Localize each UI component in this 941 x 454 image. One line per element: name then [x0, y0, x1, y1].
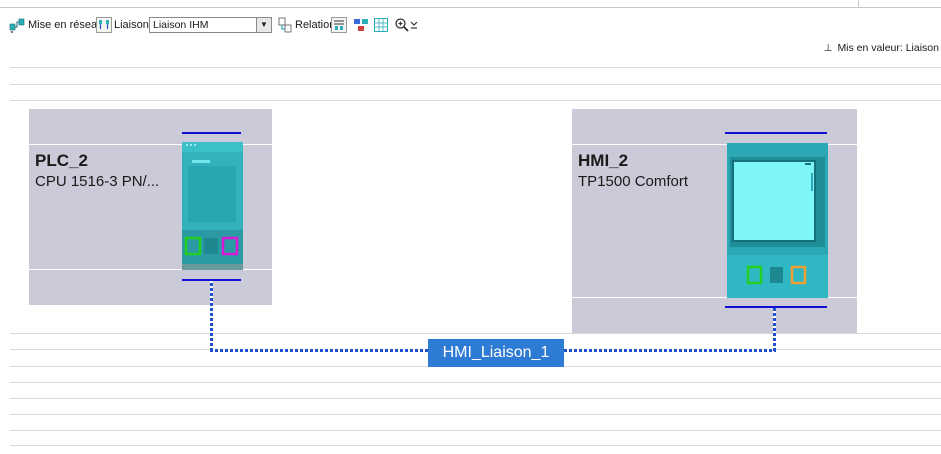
connection-line-left[interactable]: [210, 349, 428, 352]
zoom-in-icon[interactable]: [394, 17, 410, 33]
hmi-top-rail: [725, 132, 827, 134]
pin-icon: ⊥: [823, 43, 833, 54]
network-toolbar: Mise en réseau Liaisons Liaison IHM ▼ Re…: [0, 0, 941, 38]
grid-line: [10, 333, 941, 334]
hmi-connection-label[interactable]: HMI_Liaison_1: [428, 339, 564, 367]
highlight-label: Mis en valeur: Liaison: [837, 42, 939, 54]
grid-line: [10, 398, 941, 399]
toolbar-separator: [858, 0, 859, 8]
grid-table-icon[interactable]: [373, 17, 389, 33]
plc-device-name: PLC_2: [35, 151, 88, 170]
zoom-dropdown-icon[interactable]: [410, 20, 418, 30]
hmi-device-type: TP1500 Comfort: [578, 173, 689, 190]
plc-top-rail: [182, 132, 241, 134]
grid-line: [10, 67, 941, 68]
connection-type-value: Liaison IHM: [153, 19, 209, 31]
connection-line-right[interactable]: [564, 349, 776, 352]
plc-device-type: CPU 1516-3 PN/...: [35, 173, 160, 190]
hmi-connection-drop: [773, 308, 776, 351]
connections-icon: [96, 17, 112, 33]
network-icon: [9, 18, 25, 33]
chevron-down-icon[interactable]: ▼: [256, 18, 271, 32]
plc-connection-drop: [210, 281, 213, 351]
grid-line: [10, 100, 941, 101]
show-addresses-icon[interactable]: [353, 17, 369, 33]
connection-type-select[interactable]: Liaison IHM ▼: [149, 17, 272, 33]
grid-line: [10, 430, 941, 431]
hmi-panel-icon: [727, 143, 828, 298]
plc-cpu-icon: [182, 142, 243, 270]
hmi-bottom-rail: [725, 306, 827, 308]
highlight-indicator: ⊥ Mis en valeur: Liaison: [824, 42, 939, 54]
relations-icon: [278, 17, 292, 33]
grid-line: [10, 445, 941, 446]
hmi-device-name: HMI_2: [578, 151, 629, 170]
network-view-label: Mise en réseau: [28, 19, 104, 31]
grid-line: [10, 382, 941, 383]
address-overview-icon[interactable]: [331, 17, 347, 33]
toolbar-top-border: [0, 7, 941, 8]
grid-line: [10, 84, 941, 85]
grid-line: [10, 414, 941, 415]
